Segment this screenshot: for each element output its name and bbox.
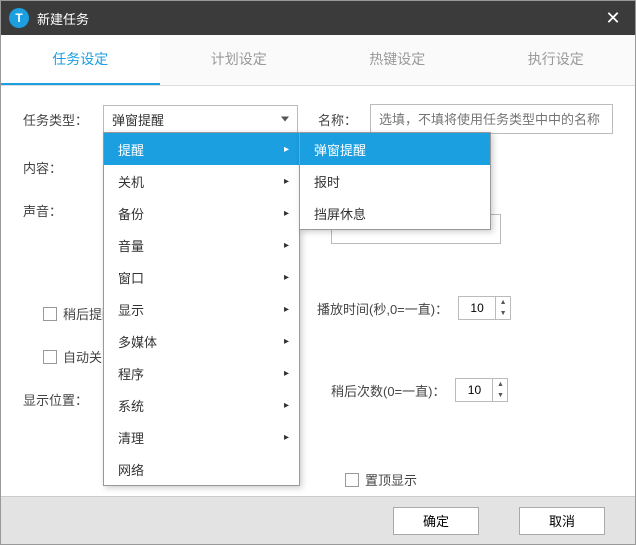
playtime-spinner[interactable]: ▲ ▼ [458, 296, 511, 320]
footer: 确定 取消 [1, 496, 635, 544]
dropdown-item-label: 提醒 [118, 140, 144, 159]
submenu-item-time-announce[interactable]: 报时 [300, 165, 490, 197]
tab-schedule-settings[interactable]: 计划设定 [160, 35, 319, 85]
chevron-right-icon: ▸ [284, 304, 289, 315]
content-area: 任务类型： 弹窗提醒 名称： 内容： 声音： 稍后提醒 自动关闭 显示位置： [1, 86, 635, 506]
app-icon: T [9, 8, 29, 28]
row-playtime: 播放时间(秒,0=一直)： ▲ ▼ [317, 296, 613, 320]
dropdown-item-cleanup[interactable]: 清理 ▸ [104, 421, 299, 453]
dropdown-item-label: 备份 [118, 204, 144, 223]
dropdown-item-label: 音量 [118, 236, 144, 255]
tab-execute-settings[interactable]: 执行设定 [477, 35, 636, 85]
dropdown-item-network[interactable]: 网络 [104, 453, 299, 485]
dropdown-item-label: 关机 [118, 172, 144, 191]
chevron-right-icon: ▸ [284, 240, 289, 251]
chevron-right-icon: ▸ [284, 208, 289, 219]
topmost-label: 置顶显示 [365, 470, 417, 489]
tab-bar: 任务设定 计划设定 热键设定 执行设定 [1, 35, 635, 86]
spinner-arrows: ▲ ▼ [492, 379, 507, 401]
auto-close-checkbox[interactable] [43, 350, 57, 364]
chevron-right-icon: ▸ [284, 432, 289, 443]
chevron-right-icon: ▸ [284, 144, 289, 155]
dropdown-item-label: 清理 [118, 428, 144, 447]
dropdown-item-label: 显示 [118, 300, 144, 319]
row-topmost: 置顶显示 [345, 470, 613, 489]
dropdown-item-label: 多媒体 [118, 332, 157, 351]
titlebar: T 新建任务 ✕ [1, 1, 635, 35]
submenu-item-popup-remind[interactable]: 弹窗提醒 [300, 133, 490, 165]
cancel-button[interactable]: 取消 [519, 507, 605, 535]
window-title: 新建任务 [37, 9, 599, 28]
dropdown-item-system[interactable]: 系统 ▸ [104, 389, 299, 421]
later-count-value[interactable] [456, 379, 492, 401]
tab-task-settings[interactable]: 任务设定 [1, 35, 160, 85]
later-remind-checkbox[interactable] [43, 307, 57, 321]
dialog-window: T 新建任务 ✕ 任务设定 计划设定 热键设定 执行设定 任务类型： 弹窗提醒 … [0, 0, 636, 545]
dropdown-item-display[interactable]: 显示 ▸ [104, 293, 299, 325]
tab-hotkey-settings[interactable]: 热键设定 [318, 35, 477, 85]
task-type-value: 弹窗提醒 [112, 110, 164, 129]
arrow-up-icon[interactable]: ▲ [496, 297, 510, 308]
chevron-right-icon: ▸ [284, 176, 289, 187]
task-type-submenu: 弹窗提醒 报时 挡屏休息 [299, 132, 491, 230]
arrow-up-icon[interactable]: ▲ [493, 379, 507, 390]
position-label: 显示位置： [23, 390, 103, 409]
topmost-checkbox[interactable] [345, 473, 359, 487]
later-count-spinner[interactable]: ▲ ▼ [455, 378, 508, 402]
spinner-arrows: ▲ ▼ [495, 297, 510, 319]
dropdown-item-multimedia[interactable]: 多媒体 ▸ [104, 325, 299, 357]
task-type-dropdown: 提醒 ▸ 关机 ▸ 备份 ▸ 音量 ▸ 窗口 ▸ 显示 ▸ [103, 132, 300, 486]
submenu-item-screen-rest[interactable]: 挡屏休息 [300, 197, 490, 229]
playtime-value[interactable] [459, 297, 495, 319]
later-count-label: 稍后次数(0=一直)： [331, 381, 445, 400]
dropdown-item-backup[interactable]: 备份 ▸ [104, 197, 299, 229]
dropdown-item-volume[interactable]: 音量 ▸ [104, 229, 299, 261]
dropdown-item-label: 窗口 [118, 268, 144, 287]
dropdown-item-shutdown[interactable]: 关机 ▸ [104, 165, 299, 197]
dropdown-item-label: 程序 [118, 364, 144, 383]
arrow-down-icon[interactable]: ▼ [493, 390, 507, 401]
content-label: 内容： [23, 158, 103, 177]
task-type-combo[interactable]: 弹窗提醒 [103, 105, 298, 133]
close-icon[interactable]: ✕ [599, 4, 627, 32]
dropdown-item-label: 网络 [118, 460, 144, 479]
sound-label: 声音： [23, 201, 103, 220]
arrow-down-icon[interactable]: ▼ [496, 308, 510, 319]
ok-button[interactable]: 确定 [393, 507, 479, 535]
chevron-right-icon: ▸ [284, 272, 289, 283]
chevron-right-icon: ▸ [284, 368, 289, 379]
task-type-label: 任务类型： [23, 110, 103, 129]
chevron-right-icon: ▸ [284, 336, 289, 347]
dropdown-item-window[interactable]: 窗口 ▸ [104, 261, 299, 293]
playtime-label: 播放时间(秒,0=一直)： [317, 299, 448, 318]
chevron-down-icon [281, 117, 289, 122]
chevron-right-icon: ▸ [284, 400, 289, 411]
dropdown-item-label: 系统 [118, 396, 144, 415]
dropdown-item-remind[interactable]: 提醒 ▸ [104, 133, 299, 165]
dropdown-item-program[interactable]: 程序 ▸ [104, 357, 299, 389]
row-later-count: 稍后次数(0=一直)： ▲ ▼ [331, 378, 613, 402]
